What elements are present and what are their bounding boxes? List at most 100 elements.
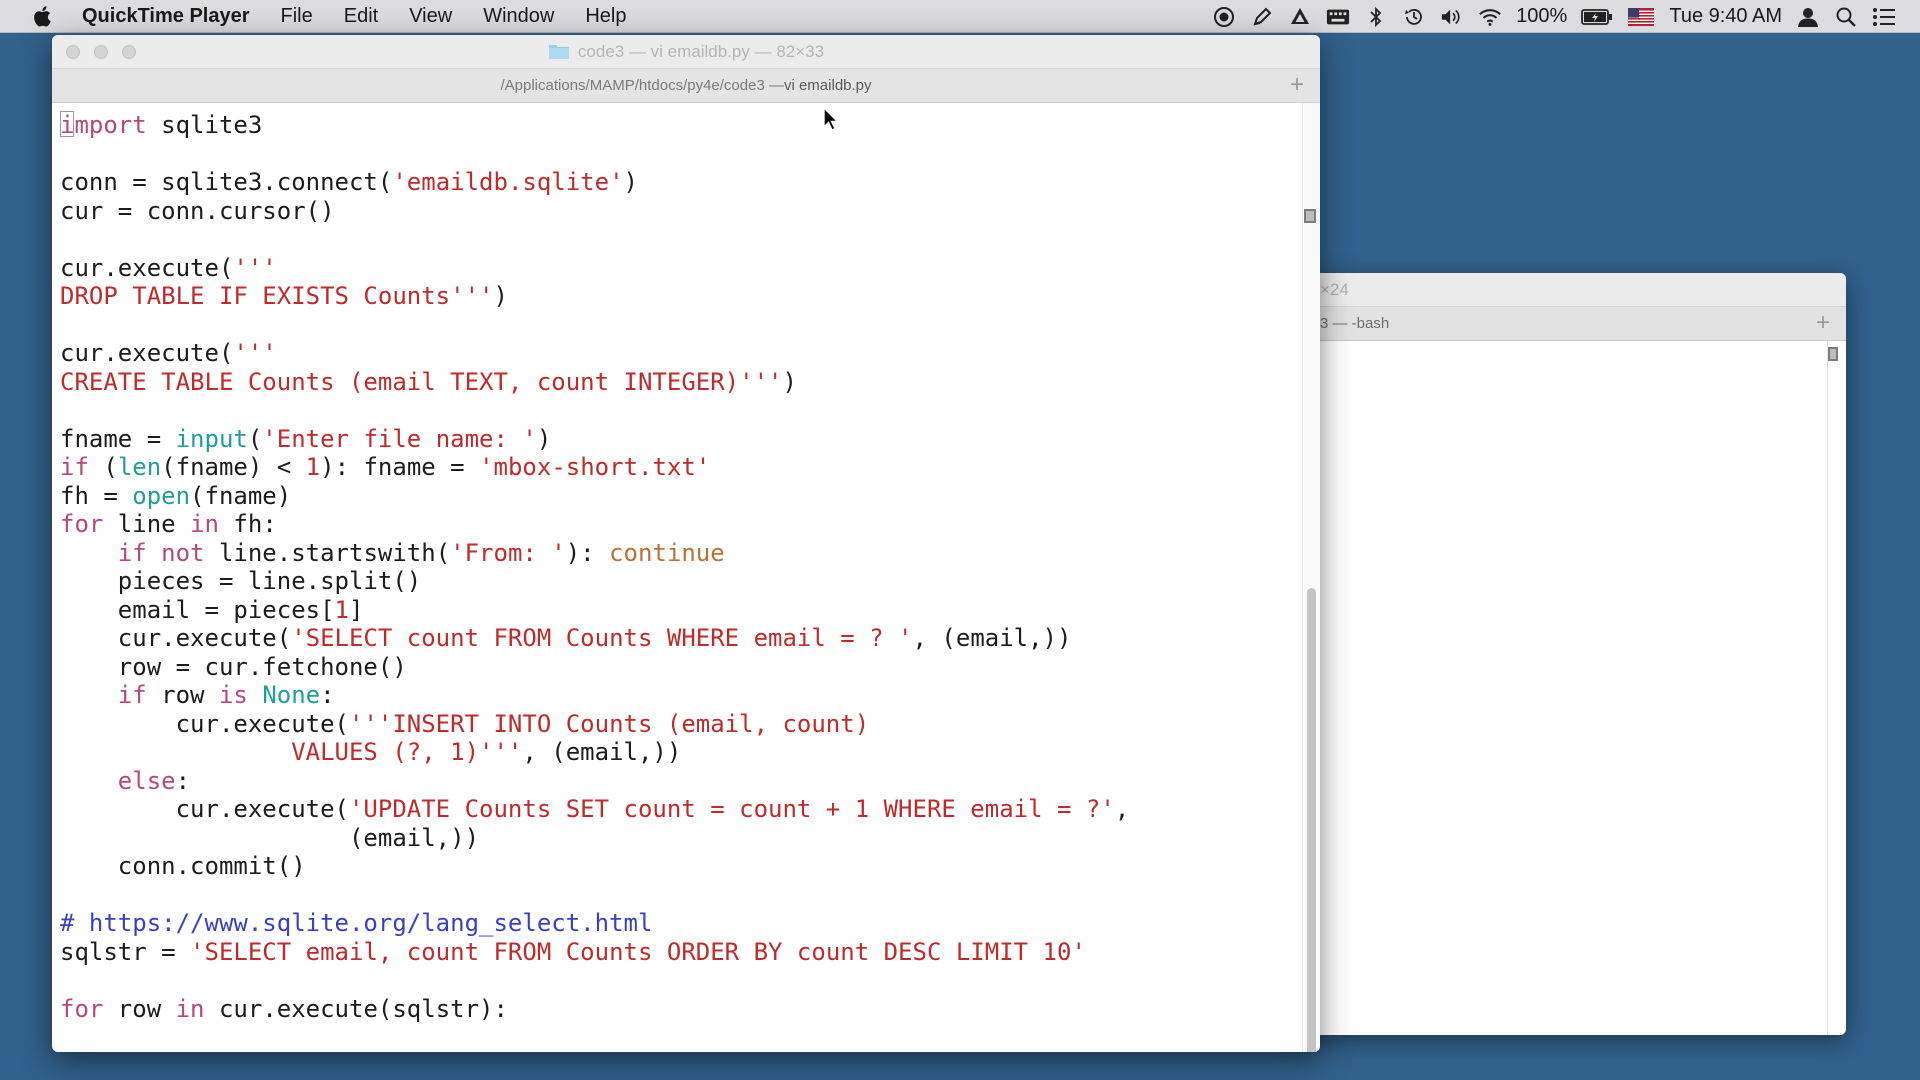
battery-icon[interactable] <box>1581 6 1613 28</box>
code-token: cur.execute( <box>60 795 349 823</box>
new-tab-plus-icon[interactable]: + <box>1282 69 1312 103</box>
code-token: in <box>175 994 205 1023</box>
code-token: if <box>60 453 89 481</box>
volume-icon[interactable] <box>1440 6 1464 28</box>
code-token: len <box>117 453 162 481</box>
bash-terminal-window[interactable]: ×24 3 — -bash + <box>1290 273 1846 1035</box>
code-token: 'Enter file name: ' <box>262 424 537 453</box>
menu-window[interactable]: Window <box>483 5 554 28</box>
zoom-button[interactable] <box>122 45 136 59</box>
user-icon[interactable] <box>1796 6 1820 28</box>
vi-tab-file[interactable]: vi emaildb.py <box>784 77 872 94</box>
folder-icon <box>548 43 570 60</box>
code-token: if <box>117 681 147 709</box>
code-line: cur = conn.cursor() <box>60 197 1302 226</box>
menu-file[interactable]: File <box>281 5 313 28</box>
code-token: (fname) < <box>161 453 306 481</box>
code-token: (email,)) <box>60 823 480 852</box>
bash-scroll-edge <box>1827 341 1828 1035</box>
code-token: , <box>1114 795 1130 823</box>
close-button[interactable] <box>66 45 80 59</box>
code-token: is <box>218 681 248 709</box>
code-token: i <box>60 111 75 139</box>
code-token: ( <box>88 453 118 481</box>
code-token: 1 <box>305 453 321 481</box>
code-token: 'SELECT email, count FROM Counts ORDER B… <box>190 937 1086 966</box>
code-token: 'mbox-short.txt' <box>479 453 711 481</box>
menu-edit[interactable]: Edit <box>344 5 378 28</box>
code-line: # https://www.sqlite.org/lang_select.htm… <box>60 909 1302 938</box>
code-line: cur.execute(''' <box>60 339 1302 368</box>
code-token: 'UPDATE Counts SET count = count + 1 WHE… <box>348 795 1115 823</box>
new-tab-plus-icon[interactable]: + <box>1808 307 1838 341</box>
code-token: VALUES (?, 1)''' <box>291 738 523 766</box>
vertical-scrollbar[interactable] <box>1302 103 1320 1052</box>
code-token: cur = conn.cursor() <box>60 196 335 225</box>
code-line: DROP TABLE IF EXISTS Counts''') <box>60 282 1302 311</box>
menu-app-name[interactable]: QuickTime Player <box>82 5 250 28</box>
bash-window-title: ×24 <box>1290 273 1846 307</box>
code-token: ''' <box>233 339 277 367</box>
code-token: if not <box>117 538 205 567</box>
code-token: , (email,)) <box>912 624 1072 652</box>
flag-icon[interactable] <box>1627 6 1655 28</box>
code-token: cur.execute(sqlstr): <box>204 994 508 1023</box>
menu-help[interactable]: Help <box>585 5 626 28</box>
code-line: sqlstr = 'SELECT email, count FROM Count… <box>60 938 1302 967</box>
code-token: : <box>320 681 335 709</box>
code-token: DROP TABLE IF EXISTS Counts''' <box>60 282 494 310</box>
code-token: ( <box>247 424 263 453</box>
code-editor[interactable]: import sqlite3 conn = sqlite3.connect('e… <box>52 103 1302 1052</box>
bluetooth-icon[interactable] <box>1364 6 1388 28</box>
code-token: line.startswith( <box>204 538 451 567</box>
vi-window-titlebar: code3 — vi emaildb.py — 82×33 <box>52 35 1320 69</box>
time-machine-icon[interactable] <box>1402 6 1426 28</box>
code-line: cur.execute(''' <box>60 254 1302 283</box>
code-token: pieces = line.split() <box>60 567 422 595</box>
code-line: fname = input('Enter file name: ') <box>60 425 1302 454</box>
traffic-lights <box>66 45 136 59</box>
vi-tab-bar: /Applications/MAMP/htdocs/py4e/code3 — v… <box>52 69 1320 103</box>
scroll-thumb[interactable] <box>1307 588 1316 1052</box>
keyboard-icon[interactable] <box>1326 6 1350 28</box>
code-line: VALUES (?, 1)''', (email,)) <box>60 738 1302 767</box>
code-line: for row in cur.execute(sqlstr): <box>60 995 1302 1024</box>
code-token: 'From: ' <box>450 538 566 567</box>
code-token: ) <box>536 424 552 453</box>
code-token: # https://www.sqlite.org/lang_select.htm… <box>60 909 653 937</box>
minimize-button[interactable] <box>94 45 108 59</box>
code-token: line <box>103 510 191 538</box>
code-token: 'emaildb.sqlite' <box>392 168 624 196</box>
code-line: if (len(fname) < 1): fname = 'mbox-short… <box>60 453 1302 482</box>
code-token: None <box>262 681 321 709</box>
pen-icon[interactable] <box>1250 6 1274 28</box>
apple-icon[interactable] <box>32 5 52 27</box>
menu-bar: QuickTime Player File Edit View Window H… <box>0 0 1920 33</box>
code-token: CREATE TABLE Counts (email TEXT, count I… <box>60 367 783 396</box>
menu-view[interactable]: View <box>409 5 452 28</box>
code-line: pieces = line.split() <box>60 567 1302 596</box>
code-token: for <box>60 510 104 538</box>
code-token: cur.execute( <box>60 253 234 282</box>
bash-tab-label[interactable]: 3 — -bash <box>1320 315 1389 332</box>
wifi-icon[interactable] <box>1478 6 1502 28</box>
notification-icon[interactable] <box>1872 6 1896 28</box>
code-token: row <box>146 681 219 709</box>
spotlight-icon[interactable] <box>1834 6 1858 28</box>
record-icon[interactable] <box>1212 6 1236 28</box>
drive-icon[interactable] <box>1288 6 1312 28</box>
code-token: ): fname = <box>320 453 480 481</box>
code-token: conn.commit() <box>60 852 306 880</box>
menu-clock[interactable]: Tue 9:40 AM <box>1669 5 1782 28</box>
code-token: for <box>60 994 104 1023</box>
code-token: fh = <box>60 481 133 510</box>
vi-terminal-window[interactable]: code3 — vi emaildb.py — 82×33 /Applicati… <box>52 35 1320 1052</box>
